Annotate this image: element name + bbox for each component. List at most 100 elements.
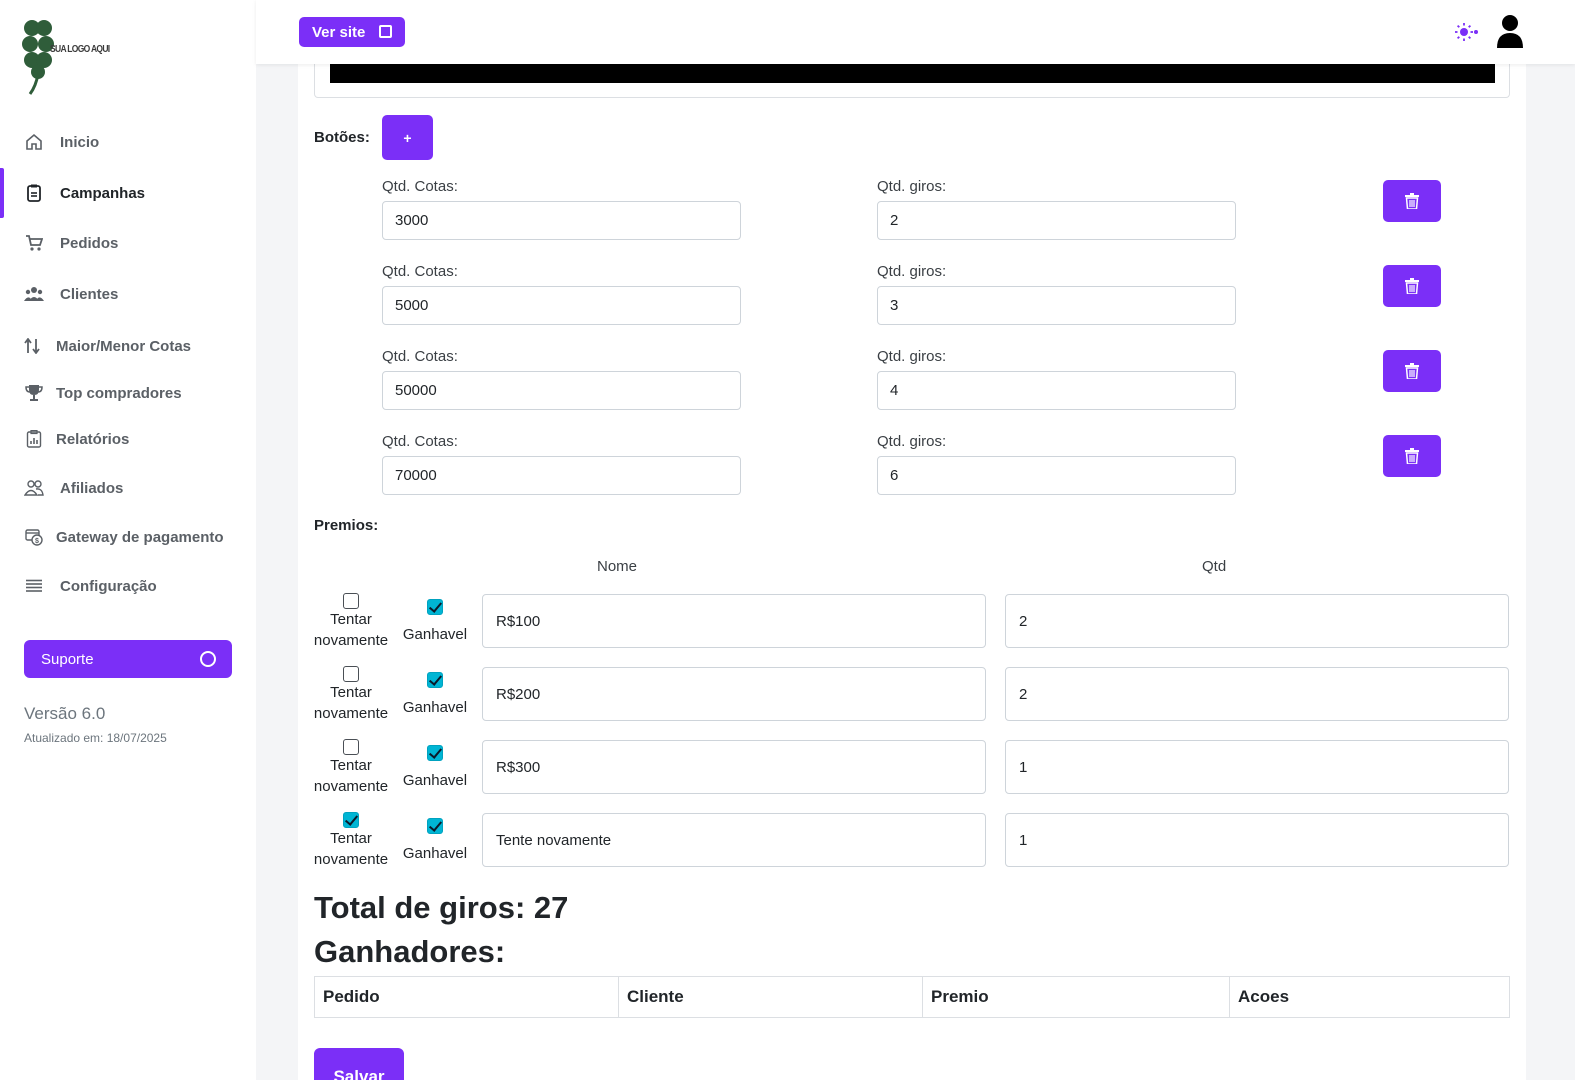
cotas-label: Qtd. Cotas: (382, 433, 458, 450)
external-link-icon (379, 25, 393, 38)
home-icon (24, 132, 44, 152)
retry-checkbox[interactable] (343, 812, 359, 828)
sidebar-item-label: Gateway de pagamento (56, 528, 224, 546)
sidebar-item-inicio[interactable]: Inicio (0, 120, 256, 164)
prize-qty-input[interactable]: 1 (1005, 740, 1509, 794)
sidebar-item-configuracao[interactable]: Configuração (0, 564, 256, 608)
add-button-row-button[interactable]: + (382, 115, 433, 160)
sidebar-item-label: Maior/Menor Cotas (56, 337, 192, 355)
sidebar-item-pedidos[interactable]: Pedidos (0, 221, 256, 265)
winners-table: Pedido Cliente Premio Acoes (314, 976, 1510, 1018)
giros-label: Qtd. giros: (877, 433, 947, 450)
prizes-col-name: Nome (597, 558, 638, 575)
cotas-input[interactable]: 70000 (382, 456, 741, 495)
table-header-premio: Premio (923, 977, 1230, 1017)
giros-label: Qtd. giros: (877, 263, 947, 280)
cotas-label: Qtd. Cotas: (382, 178, 458, 195)
giros-input[interactable]: 3 (877, 286, 1236, 325)
retry-label: Tentar novamente (313, 757, 389, 795)
people-icon (24, 478, 44, 498)
sort-arrows-icon (22, 336, 42, 356)
delete-row-button[interactable] (1383, 350, 1441, 392)
retry-checkbox[interactable] (343, 666, 359, 682)
winnable-checkbox[interactable] (427, 818, 443, 834)
sidebar-item-label: Relatórios (56, 430, 130, 448)
sidebar-item-label: Inicio (60, 133, 100, 151)
report-icon (24, 429, 44, 449)
support-label: Suporte (41, 650, 94, 668)
prizes-col-qty: Qtd (1202, 558, 1227, 575)
svg-text:$: $ (35, 538, 39, 545)
winnable-label: Ganhavel (402, 845, 468, 862)
buttons-section-label: Botões: (314, 129, 370, 146)
retry-checkbox[interactable] (343, 739, 359, 755)
sidebar-item-relatorios[interactable]: Relatórios (0, 417, 256, 461)
logo[interactable]: SUA LOGO AQUI (22, 14, 110, 96)
sidebar-item-top-compradores[interactable]: Top compradores (0, 371, 256, 415)
giros-input[interactable]: 2 (877, 201, 1236, 240)
winnable-checkbox[interactable] (427, 745, 443, 761)
topbar: Ver site (256, 0, 1575, 64)
giros-label: Qtd. giros: (877, 178, 947, 195)
cotas-label: Qtd. Cotas: (382, 263, 458, 280)
giros-label: Qtd. giros: (877, 348, 947, 365)
sidebar-item-label: Clientes (60, 285, 119, 303)
trash-icon (1405, 278, 1419, 294)
prize-name-input[interactable]: R$300 (482, 740, 986, 794)
prize-name-input[interactable]: R$200 (482, 667, 986, 721)
prizes-section-label: Premios: (314, 517, 379, 534)
table-header-pedido: Pedido (315, 977, 619, 1017)
view-site-button[interactable]: Ver site (299, 17, 406, 47)
table-header-cliente: Cliente (619, 977, 923, 1017)
trophy-icon (24, 383, 44, 403)
giros-input[interactable]: 4 (877, 371, 1236, 410)
trash-icon (1405, 448, 1419, 464)
users-icon (24, 284, 44, 304)
retry-label: Tentar novamente (313, 611, 389, 649)
updated-text: Atualizado em: 18/07/2025 (24, 731, 167, 745)
sidebar-item-label: Configuração (60, 577, 157, 595)
winnable-label: Ganhavel (402, 626, 468, 643)
rich-editor-box (314, 62, 1510, 98)
support-button[interactable]: Suporte (24, 640, 232, 678)
sidebar-item-gateway-de-pagamento[interactable]: $ Gateway de pagamento (0, 515, 256, 559)
prize-qty-input[interactable]: 1 (1005, 813, 1509, 867)
retry-checkbox[interactable] (343, 593, 359, 609)
winnable-checkbox[interactable] (427, 599, 443, 615)
winnable-checkbox[interactable] (427, 672, 443, 688)
sidebar-item-clientes[interactable]: Clientes (0, 272, 256, 316)
table-header-acoes: Acoes (1238, 987, 1290, 1006)
payment-gateway-icon: $ (24, 527, 44, 547)
delete-row-button[interactable] (1383, 265, 1441, 307)
sidebar-item-afiliados[interactable]: Afiliados (0, 466, 256, 510)
prize-qty-input[interactable]: 2 (1005, 667, 1509, 721)
prize-name-input[interactable]: R$100 (482, 594, 986, 648)
user-avatar-icon[interactable] (1496, 14, 1524, 50)
sidebar-item-maior-menor-cotas[interactable]: Maior/Menor Cotas (0, 324, 256, 368)
logo-text: SUA LOGO AQUI (50, 44, 110, 55)
sidebar-item-campanhas[interactable]: Campanhas (0, 168, 256, 218)
prize-qty-input[interactable]: 2 (1005, 594, 1509, 648)
save-button[interactable]: Salvar (314, 1048, 404, 1080)
trash-icon (1405, 363, 1419, 379)
version-text: Versão 6.0 (24, 704, 106, 723)
cotas-input[interactable]: 3000 (382, 201, 741, 240)
sidebar-item-label: Pedidos (60, 234, 119, 252)
sidebar-item-label: Campanhas (60, 184, 146, 202)
sidebar: SUA LOGO AQUI Inicio Campanhas Pedidos C… (0, 0, 256, 1080)
trash-icon (1405, 193, 1419, 209)
cotas-input[interactable]: 5000 (382, 286, 741, 325)
retry-label: Tentar novamente (313, 684, 389, 722)
delete-row-button[interactable] (1383, 435, 1441, 477)
giros-input[interactable]: 6 (877, 456, 1236, 495)
view-site-label: Ver site (312, 23, 366, 41)
theme-toggle-icon[interactable] (1454, 22, 1478, 42)
prize-name-input[interactable]: Tente novamente (482, 813, 986, 867)
delete-row-button[interactable] (1383, 180, 1441, 222)
retry-label: Tentar novamente (313, 830, 389, 868)
cotas-label: Qtd. Cotas: (382, 348, 458, 365)
support-icon (200, 651, 216, 667)
editor-content[interactable] (330, 62, 1495, 83)
winners-heading: Ganhadores: (314, 934, 506, 969)
cotas-input[interactable]: 50000 (382, 371, 741, 410)
